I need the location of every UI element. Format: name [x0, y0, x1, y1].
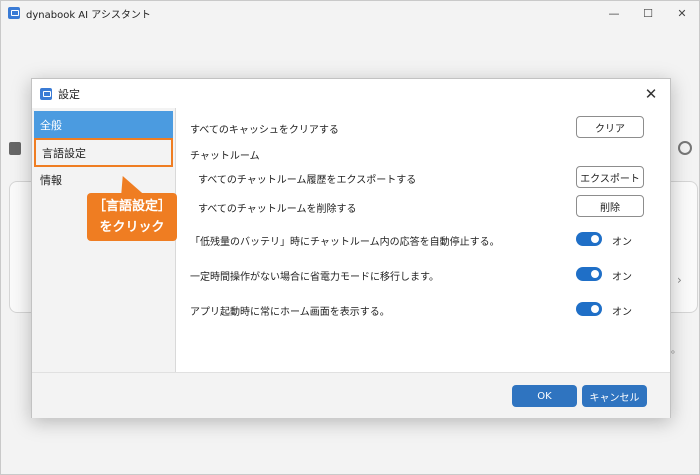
settings-general-panel: すべてのキャッシュをクリアする クリア チャットルーム すべてのチャットルーム履… — [176, 108, 670, 372]
toggle-state-label: オン — [612, 272, 632, 283]
delete-button[interactable]: 削除 — [576, 195, 644, 217]
dialog-title: 設定 — [58, 87, 80, 101]
sidebar-item-info[interactable]: 情報 — [34, 166, 173, 194]
instruction-callout: ［言語設定］ をクリック — [87, 193, 177, 241]
toggle-state-label: オン — [612, 307, 632, 318]
app-titlebar: dynabook AI アシスタント — [1, 1, 699, 25]
clear-cache-button[interactable]: クリア — [576, 116, 644, 138]
dialog-titlebar: 設定 — [32, 79, 670, 108]
battery-autostop-toggle[interactable] — [576, 232, 602, 246]
maximize-button[interactable]: ☐ — [631, 1, 665, 25]
clear-cache-label: すべてのキャッシュをクリアする — [190, 125, 339, 136]
export-button[interactable]: エクスポート — [576, 166, 644, 188]
power-save-label: 一定時間操作がない場合に省電力モードに移行します。 — [190, 272, 439, 283]
battery-autostop-label: 「低残量のバッテリ」時にチャットルーム内の応答を自動停止する。 — [190, 237, 500, 248]
chatroom-heading: チャットルーム — [190, 151, 260, 162]
show-home-toggle[interactable] — [576, 302, 602, 316]
gear-icon[interactable] — [678, 141, 692, 155]
sidebar-item-label: 言語設定 — [42, 146, 86, 160]
cancel-button[interactable]: キャンセル — [582, 385, 647, 407]
callout-line-1: ［言語設定］ — [92, 199, 171, 214]
app-title: dynabook AI アシスタント — [26, 9, 151, 21]
callout-line-2: をクリック — [99, 220, 165, 235]
sidebar-item-general[interactable]: 全般 — [34, 111, 173, 139]
sidebar-item-label: 全般 — [40, 119, 62, 132]
dialog-close-icon[interactable]: ✕ — [640, 83, 662, 105]
settings-dialog-icon — [40, 87, 52, 100]
minimize-button[interactable]: — — [597, 1, 631, 25]
delete-chatrooms-label: すべてのチャットルームを削除する — [198, 204, 357, 215]
window-close-button[interactable]: ✕ — [665, 1, 699, 25]
sidebar-item-label: 情報 — [40, 174, 62, 187]
chevron-right-icon[interactable]: › — [677, 273, 682, 287]
sidebar-item-language[interactable]: 言語設定 — [34, 138, 173, 167]
power-save-toggle[interactable] — [576, 267, 602, 281]
chat-icon[interactable] — [9, 142, 21, 155]
settings-dialog: 設定 ✕ 全般 言語設定 情報 すべてのキャッシュをクリアする クリア チャット… — [31, 78, 671, 418]
ok-button[interactable]: OK — [512, 385, 577, 407]
dialog-footer: OK キャンセル — [32, 372, 670, 418]
app-logo-icon — [8, 7, 20, 19]
export-history-label: すべてのチャットルーム履歴をエクスポートする — [198, 175, 417, 186]
show-home-label: アプリ起動時に常にホーム画面を表示する。 — [190, 307, 390, 318]
toggle-state-label: オン — [612, 237, 632, 248]
